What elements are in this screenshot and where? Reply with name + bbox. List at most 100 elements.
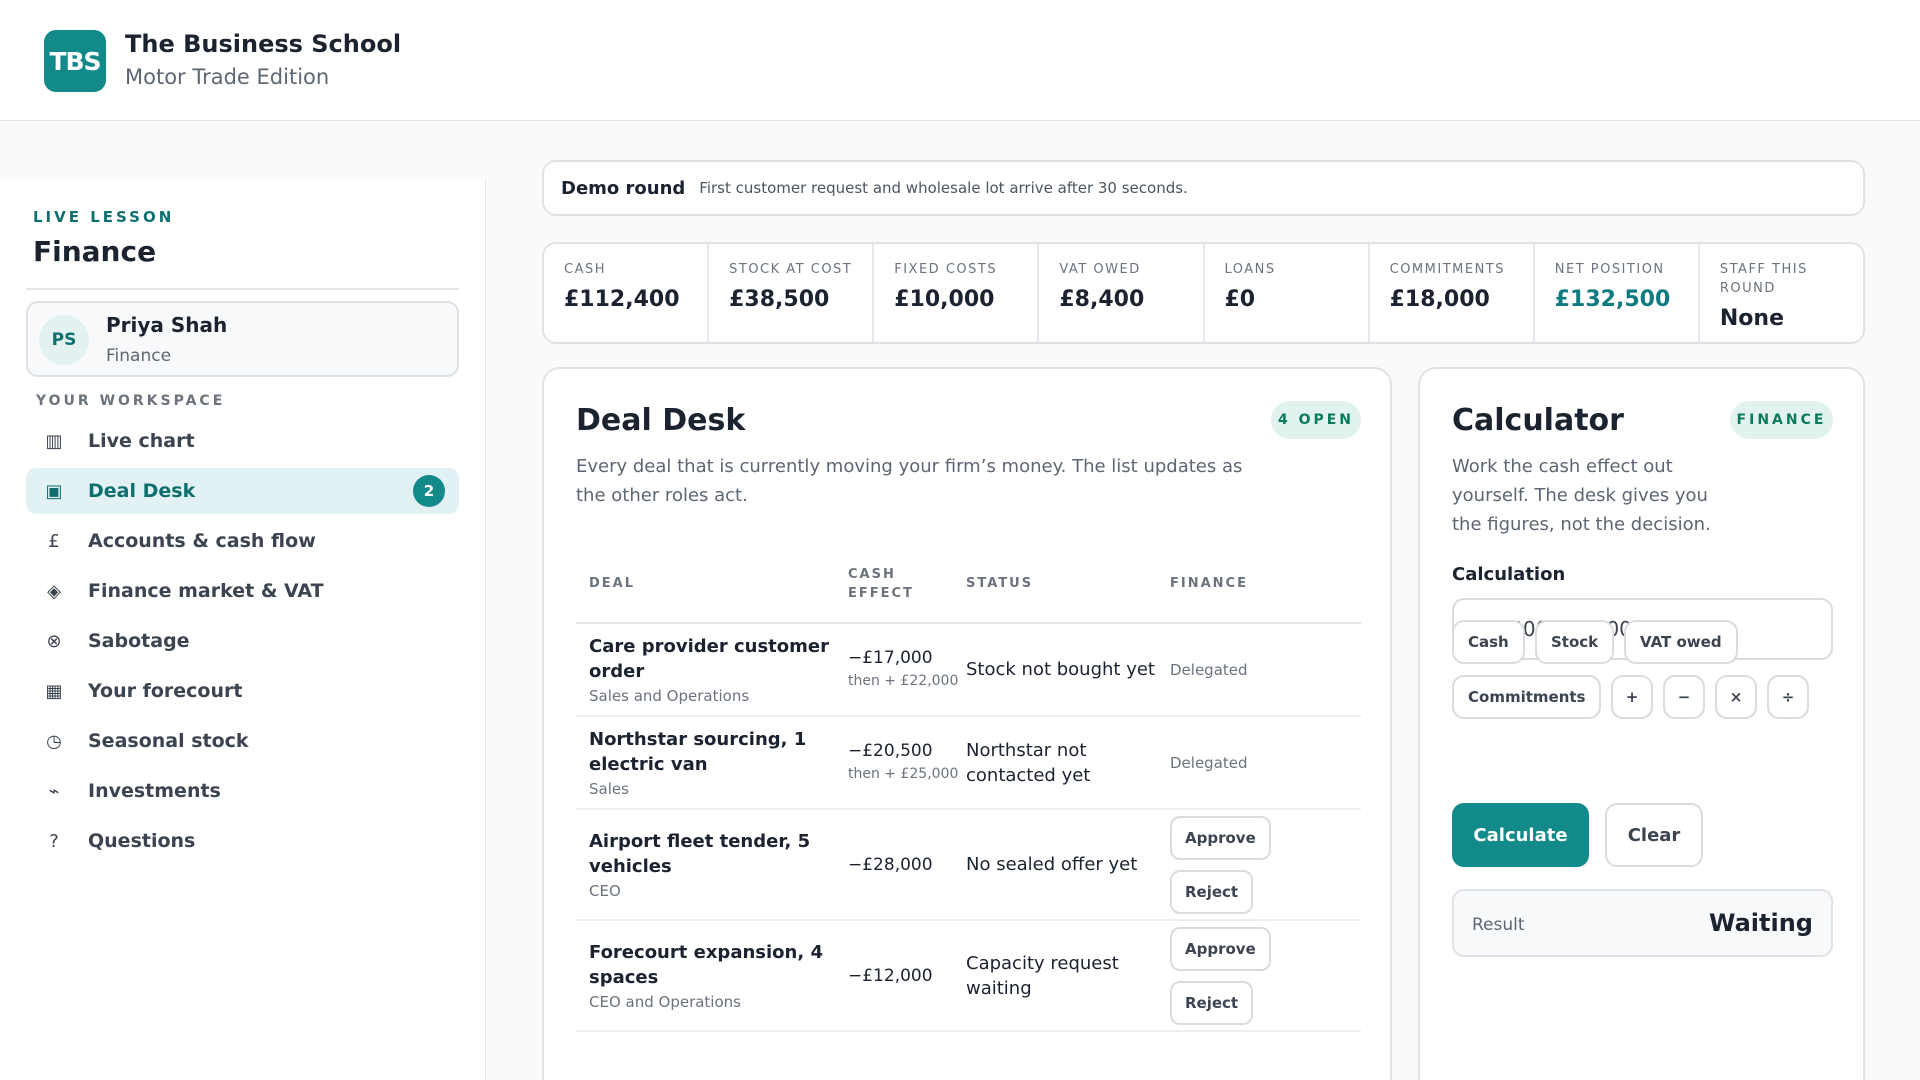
brand-logo[interactable]: TBS xyxy=(44,30,106,92)
approve-button[interactable]: Approve xyxy=(1170,815,1271,860)
sidebar-item-your-forecourt[interactable]: ▦ Your forecourt xyxy=(26,668,459,714)
operator-minus-button[interactable]: − xyxy=(1663,675,1705,719)
operator-multiply-button[interactable]: × xyxy=(1715,675,1757,719)
sidebar-item-investments[interactable]: ⌁ Investments xyxy=(26,768,459,814)
stat-fixed-costs: FIXED COSTS £10,000 xyxy=(874,244,1040,342)
status-cell: Northstar not contacted yet xyxy=(966,716,1170,810)
deal-owner: CEO xyxy=(589,882,621,900)
stat-label: VAT OWED xyxy=(1059,262,1141,277)
column-header-status: STATUS xyxy=(966,545,1170,624)
operator-divide-button[interactable]: ÷ xyxy=(1767,675,1809,719)
stat-label: FIXED COSTS xyxy=(894,262,998,277)
sidebar: LIVE LESSON Finance PS Priya Shah Financ… xyxy=(0,180,486,1080)
sidebar-item-finance-market-vat[interactable]: ◈ Finance market & VAT xyxy=(26,568,459,614)
bar-chart-icon: ▥ xyxy=(45,430,63,452)
operator-plus-button[interactable]: + xyxy=(1611,675,1653,719)
clock-icon: ◷ xyxy=(46,730,62,752)
finance-cell: Delegated xyxy=(1170,623,1361,717)
sidebar-item-questions[interactable]: ? Questions xyxy=(26,818,459,864)
stat-label: COMMITMENTS xyxy=(1389,262,1505,277)
cash-effect-cell: −£20,500 then + £25,000 xyxy=(848,716,966,810)
stats-strip: CASH £112,400 STOCK AT COST £38,500 FIXED CO… xyxy=(542,242,1865,344)
sidebar-item-label: Live chart xyxy=(88,430,195,452)
deal-name: Airport fleet tender, 5 vehicles xyxy=(589,831,811,877)
deal-desk-title: Deal Desk xyxy=(576,403,746,438)
cash-effect: −£17,000 xyxy=(848,648,933,668)
sidebar-item-label: Sabotage xyxy=(88,630,190,652)
status-cell: No sealed offer yet xyxy=(966,809,1170,921)
banner-title: Demo round xyxy=(561,177,686,199)
cash-effect-then: then + £22,000 xyxy=(848,673,959,689)
result-label: Result xyxy=(1472,915,1525,935)
stat-value: £18,000 xyxy=(1389,287,1490,312)
stat-label: STOCK AT COST xyxy=(729,262,853,277)
sidebar-nav: ▥ Live chart ▣ Deal Desk 2 £ Accounts & cash f… xyxy=(26,418,459,868)
reject-button[interactable]: Reject xyxy=(1170,869,1254,914)
table-row: Airport fleet tender, 5 vehicles CEO −£28,… xyxy=(576,809,1361,921)
calculate-button[interactable]: Calculate xyxy=(1452,803,1589,867)
diamond-icon: ◈ xyxy=(47,580,61,602)
deal-owner: Sales xyxy=(589,780,629,798)
banner-text: First customer request and wholesale lot… xyxy=(699,179,1188,197)
stat-value: £0 xyxy=(1224,287,1256,312)
stat-value: £38,500 xyxy=(729,287,830,312)
user-card[interactable]: PS Priya Shah Finance xyxy=(26,301,459,377)
workspace-label: YOUR WORKSPACE xyxy=(36,393,226,409)
avatar: PS xyxy=(39,315,89,365)
calculator-panel: Calculator FINANCE Work the cash effect … xyxy=(1418,367,1865,1080)
sabotage-icon: ⊗ xyxy=(46,630,62,652)
cash-effect: −£28,000 xyxy=(848,854,933,875)
stat-loans: LOANS £0 xyxy=(1205,244,1370,342)
stat-value: £10,000 xyxy=(894,287,995,312)
finance-state: Delegated xyxy=(1170,660,1248,679)
user-role: Finance xyxy=(106,346,172,366)
finance-cell: Approve Reject xyxy=(1170,809,1361,921)
status-cell: Capacity request waiting xyxy=(966,920,1170,1032)
sidebar-item-deal-desk[interactable]: ▣ Deal Desk 2 xyxy=(26,468,459,514)
sidebar-divider xyxy=(26,288,459,290)
deal-name: Care provider customer order xyxy=(589,636,829,682)
demo-round-banner: Demo round First customer request and wh… xyxy=(542,160,1865,216)
deal-name: Forecourt expansion, 4 spaces xyxy=(589,942,823,988)
sidebar-item-seasonal-stock[interactable]: ◷ Seasonal stock xyxy=(26,718,459,764)
deal-cell: Forecourt expansion, 4 spaces CEO and Ope… xyxy=(576,920,848,1032)
finance-badge: FINANCE xyxy=(1730,401,1833,439)
open-count-badge: 4 OPEN xyxy=(1271,401,1361,439)
clear-button[interactable]: Clear xyxy=(1605,803,1703,867)
sidebar-item-live-chart[interactable]: ▥ Live chart xyxy=(26,418,459,464)
chip-stock[interactable]: Stock xyxy=(1535,620,1615,664)
stat-net-position: NET POSITION £132,500 xyxy=(1535,244,1700,342)
stat-value: £8,400 xyxy=(1059,287,1145,312)
sidebar-item-sabotage[interactable]: ⊗ Sabotage xyxy=(26,618,459,664)
deal-cell: Northstar sourcing, 1 electric van Sales xyxy=(576,716,848,810)
stat-cash: CASH £112,400 xyxy=(544,244,710,342)
deal-status: Stock not bought yet xyxy=(966,659,1155,680)
cash-effect-cell: −£12,000 xyxy=(848,920,966,1032)
stat-value: None xyxy=(1719,306,1784,331)
sidebar-item-label: Your forecourt xyxy=(88,680,243,702)
cash-effect-then: then + £25,000 xyxy=(848,766,959,782)
deal-desk-description: Every deal that is currently moving your… xyxy=(576,456,1243,506)
reject-button[interactable]: Reject xyxy=(1170,980,1254,1025)
column-header-cash-effect: CASH EFFECT xyxy=(848,545,966,624)
chip-commitments[interactable]: Commitments xyxy=(1452,675,1602,719)
brand-title: The Business School xyxy=(125,30,402,58)
chip-cash[interactable]: Cash xyxy=(1452,620,1525,664)
sidebar-item-accounts-cash-flow[interactable]: £ Accounts & cash flow xyxy=(26,518,459,564)
sidebar-item-label: Finance market & VAT xyxy=(88,580,324,602)
table-row: Northstar sourcing, 1 electric van Sales −… xyxy=(576,716,1361,810)
column-header-finance: FINANCE xyxy=(1170,545,1361,624)
stat-stock-at-cost: STOCK AT COST £38,500 xyxy=(709,244,875,342)
cash-effect: −£12,000 xyxy=(848,965,933,986)
app-header: TBS The Business School Motor Trade Edit… xyxy=(0,0,1920,121)
approve-button[interactable]: Approve xyxy=(1170,926,1271,971)
deal-status: Capacity request waiting xyxy=(966,952,1119,999)
column-header-deal: DEAL xyxy=(576,545,848,624)
lesson-title: Finance xyxy=(33,235,157,268)
cash-effect-cell: −£17,000 then + £22,000 xyxy=(848,623,966,717)
cash-effect: −£20,500 xyxy=(848,741,933,761)
chip-vat-owed[interactable]: VAT owed xyxy=(1624,620,1738,664)
status-cell: Stock not bought yet xyxy=(966,623,1170,717)
stat-value: £112,400 xyxy=(564,287,680,312)
deal-cell: Airport fleet tender, 5 vehicles CEO xyxy=(576,809,848,921)
